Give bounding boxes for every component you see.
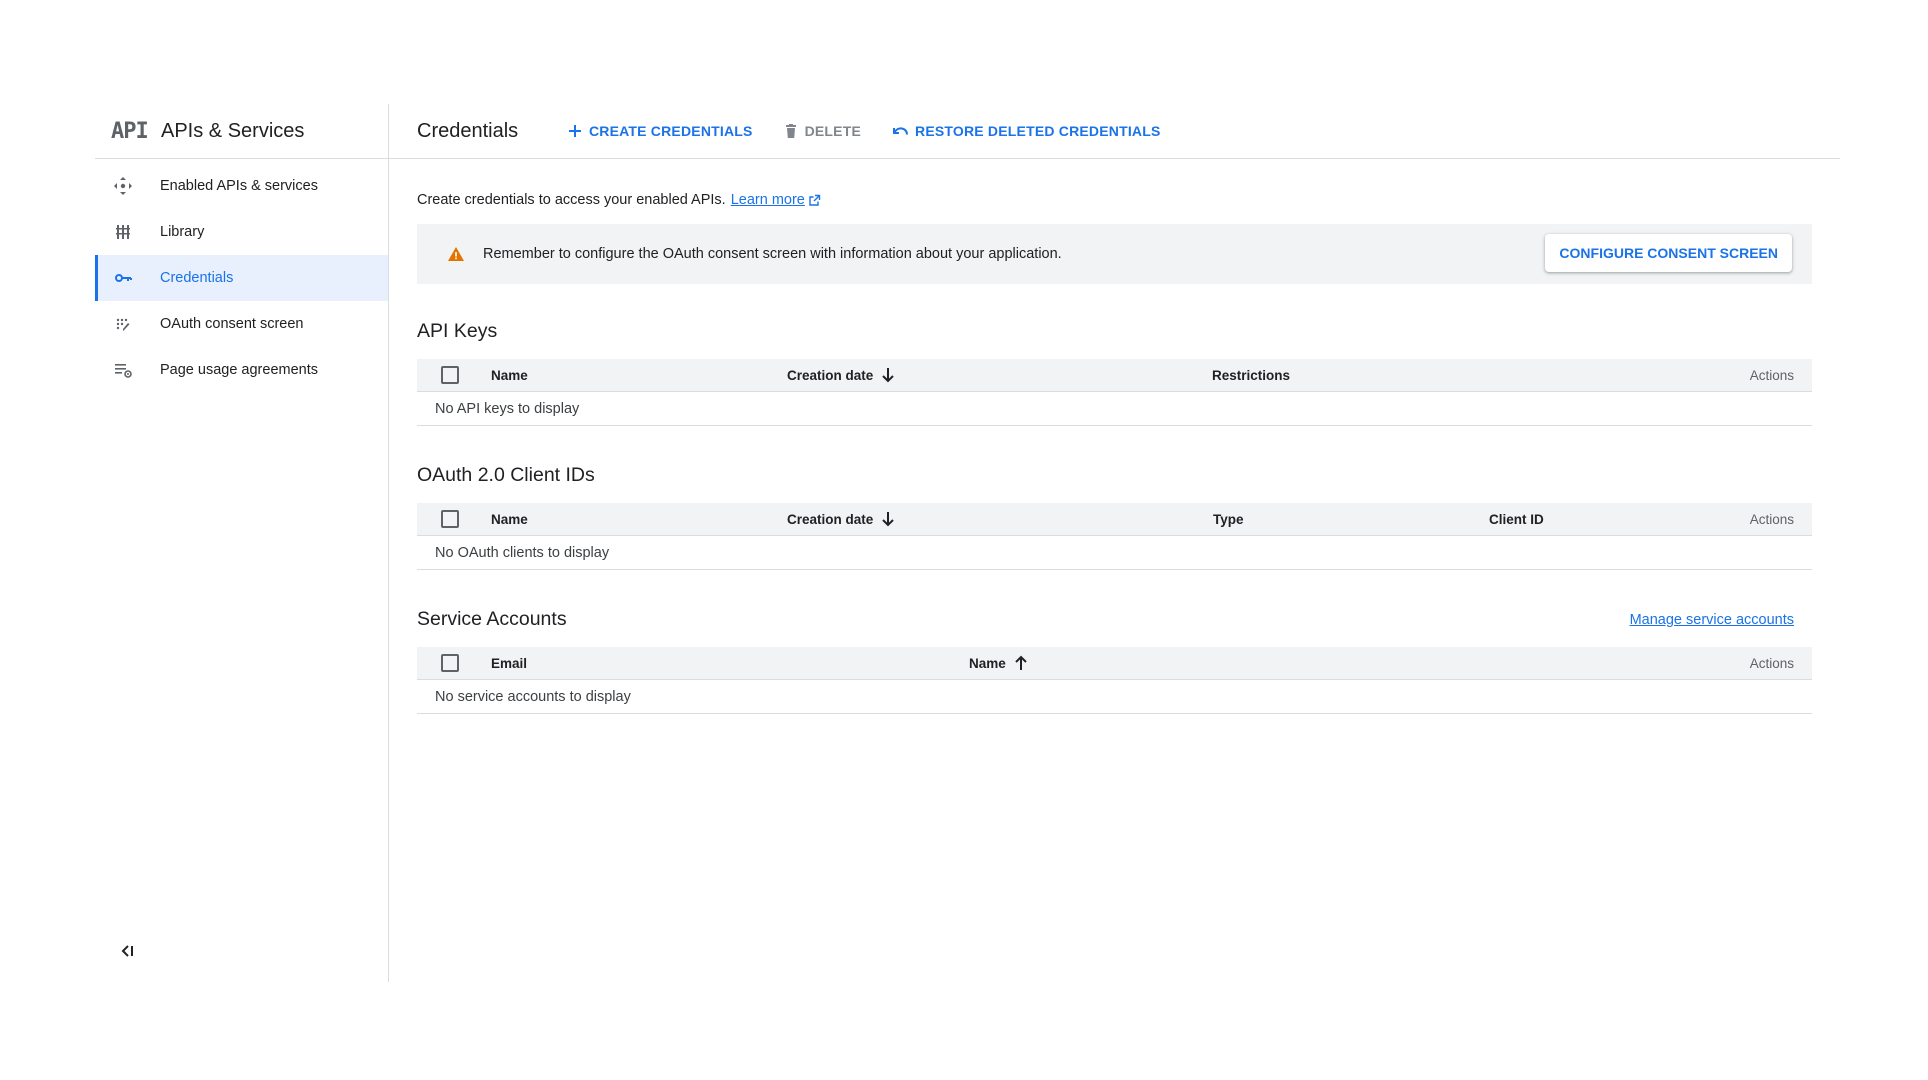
arrow-down-icon: [882, 512, 894, 527]
arrow-down-icon: [882, 368, 894, 383]
create-credentials-button[interactable]: CREATE CREDENTIALS: [567, 123, 753, 139]
sidebar-item-page-usage[interactable]: Page usage agreements: [95, 347, 388, 393]
manage-service-accounts-link[interactable]: Manage service accounts: [1630, 612, 1794, 628]
service-accounts-table: Email Name Actions No service accounts t…: [417, 647, 1812, 714]
delete-button[interactable]: DELETE: [783, 123, 861, 139]
column-actions: Actions: [1749, 367, 1794, 383]
delete-label: DELETE: [804, 123, 862, 139]
empty-state: No API keys to display: [417, 392, 1812, 426]
section-header: API Keys: [417, 320, 1812, 343]
column-actions: Actions: [1749, 511, 1794, 527]
create-credentials-label: CREATE CREDENTIALS: [589, 123, 753, 139]
column-email[interactable]: Email: [491, 656, 527, 671]
oauth-title: OAuth 2.0 Client IDs: [417, 464, 595, 486]
section-header: OAuth 2.0 Client IDs: [417, 464, 1812, 487]
sidebar-item-label: Credentials: [160, 270, 234, 286]
column-name[interactable]: Name: [969, 655, 1028, 671]
api-keys-title: API Keys: [417, 320, 498, 342]
select-all-checkbox[interactable]: [441, 510, 459, 528]
column-name-label: Name: [969, 655, 1006, 671]
external-link-icon: [809, 194, 821, 206]
select-all-checkbox[interactable]: [441, 654, 459, 672]
api-logo: API: [111, 118, 149, 144]
intro-message: Create credentials to access your enable…: [417, 192, 726, 208]
library-icon: [113, 222, 149, 242]
column-client-id: Client ID: [1489, 511, 1544, 527]
table-header: Name Creation date Type Client ID Action…: [417, 503, 1812, 536]
consent-warning-banner: Remember to configure the OAuth consent …: [417, 224, 1812, 284]
trash-icon: [785, 124, 796, 138]
column-name[interactable]: Name: [491, 368, 528, 383]
oauth-section: OAuth 2.0 Client IDs Name Creation date …: [417, 464, 1812, 570]
restore-deleted-credentials-button[interactable]: RESTORE DELETED CREDENTIALS: [891, 123, 1161, 139]
sidebar-item-oauth-consent[interactable]: OAuth consent screen: [95, 301, 388, 347]
table-header: Name Creation date Restrictions Actions: [417, 359, 1812, 392]
intro-text: Create credentials to access your enable…: [417, 192, 1812, 208]
content-area: Create credentials to access your enable…: [417, 158, 1812, 714]
column-creation-date-label: Creation date: [787, 367, 874, 383]
api-keys-table: Name Creation date Restrictions Actions …: [417, 359, 1812, 426]
restore-label: RESTORE DELETED CREDENTIALS: [915, 123, 1161, 139]
plus-icon: [569, 125, 581, 137]
empty-state: No OAuth clients to display: [417, 536, 1812, 570]
service-accounts-section: Service Accounts Manage service accounts…: [417, 608, 1812, 714]
column-creation-date[interactable]: Creation date: [787, 367, 895, 383]
settings-list-icon: [113, 360, 149, 380]
select-all-checkbox[interactable]: [441, 366, 459, 384]
api-keys-section: API Keys Name Creation date Restrictions…: [417, 320, 1812, 426]
undo-icon: [893, 127, 909, 135]
oauth-table: Name Creation date Type Client ID Action…: [417, 503, 1812, 570]
column-creation-date-label: Creation date: [787, 511, 874, 527]
section-header: Service Accounts Manage service accounts: [417, 608, 1812, 631]
column-name[interactable]: Name: [491, 512, 528, 527]
configure-consent-screen-button[interactable]: CONFIGURE CONSENT SCREEN: [1545, 234, 1792, 272]
column-restrictions: Restrictions: [1212, 367, 1291, 383]
sidebar-header: API APIs & Services: [95, 104, 388, 159]
service-accounts-title: Service Accounts: [417, 608, 567, 630]
sidebar-item-credentials[interactable]: Credentials: [95, 255, 388, 301]
collapse-sidebar-button[interactable]: [119, 943, 135, 964]
sidebar-title: APIs & Services: [161, 119, 305, 142]
column-creation-date[interactable]: Creation date: [787, 511, 895, 527]
sidebar: API APIs & Services Enabled APIs & servi…: [95, 104, 389, 982]
column-actions: Actions: [1749, 655, 1794, 671]
consent-icon: [113, 314, 149, 334]
banner-message: Remember to configure the OAuth consent …: [483, 246, 1062, 262]
collapse-icon: [119, 945, 135, 963]
main-content: Credentials CREATE CREDENTIALS DELETE RE…: [389, 104, 1840, 982]
sidebar-item-enabled-apis[interactable]: Enabled APIs & services: [95, 163, 388, 209]
arrow-up-icon: [1015, 655, 1027, 670]
sidebar-item-library[interactable]: Library: [95, 209, 388, 255]
learn-more-link[interactable]: Learn more: [731, 192, 805, 208]
sidebar-item-label: OAuth consent screen: [160, 316, 304, 332]
toolbar: Credentials CREATE CREDENTIALS DELETE RE…: [389, 104, 1840, 159]
sidebar-item-label: Library: [160, 224, 205, 240]
empty-state: No service accounts to display: [417, 680, 1812, 714]
sidebar-nav: Enabled APIs & services Library Credenti…: [95, 163, 388, 393]
table-header: Email Name Actions: [417, 647, 1812, 680]
column-type: Type: [1213, 511, 1244, 527]
key-icon: [113, 268, 149, 288]
sidebar-item-label: Page usage agreements: [160, 362, 318, 378]
warning-icon: [448, 247, 464, 261]
sidebar-item-label: Enabled APIs & services: [160, 178, 318, 194]
app-shell: API APIs & Services Enabled APIs & servi…: [95, 104, 1840, 982]
page-title: Credentials: [417, 119, 519, 142]
enabled-apis-icon: [113, 176, 149, 196]
